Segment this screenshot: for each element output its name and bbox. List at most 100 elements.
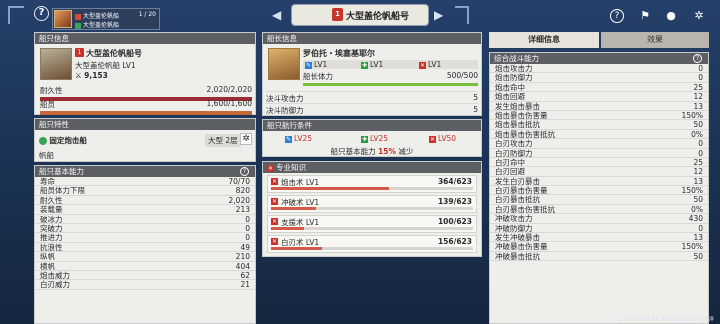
flag-icon[interactable]: ⚑ xyxy=(638,9,652,23)
stat-label: 炮击攻击力 xyxy=(495,64,533,73)
stat-value: 0% xyxy=(691,129,703,139)
skill-track xyxy=(271,207,473,210)
prev-arrow-icon[interactable]: ◀ xyxy=(272,8,281,22)
ship-type: 大型盖伦帆船 LV1 xyxy=(75,61,136,70)
stat-value: 0 xyxy=(245,223,250,233)
combat-title: 综合战斗能力 xyxy=(494,54,539,63)
stat-value: 21 xyxy=(240,280,250,290)
stat-label: 白刃回避 xyxy=(495,167,525,177)
cond-1: LV25 xyxy=(294,134,313,143)
stat-row: 炮击暴击伤害抵抗 0% xyxy=(490,129,708,140)
panel-header: ✕ 专业知识 xyxy=(263,162,481,173)
voyage-panel: 船只航行条件 ✎ LV25 ✚ LV25 ✕ LV50 船只基本能力 15% 减少 xyxy=(262,119,482,157)
stat-value: 70/70 xyxy=(228,177,250,186)
blue-skill-icon: ✎ xyxy=(305,61,312,69)
base-rows: 寿命 70/70 船员体力下限 820 耐久性 2,020 装载量 213 破冰力 0 突破力 0 推进… xyxy=(35,177,255,290)
sailors-value: 1,600/1,600 xyxy=(206,99,252,108)
settings-icon[interactable]: ✲ xyxy=(692,9,706,23)
ship-thumbnail xyxy=(54,10,72,28)
ship-power: 9,153 xyxy=(84,71,108,80)
stat-label: 白刃防御力 xyxy=(495,148,533,158)
title-banner: 1 大型盖伦帆船号 xyxy=(292,5,428,25)
tab-effect[interactable]: 效果 xyxy=(601,32,709,48)
badge-icon xyxy=(75,22,81,29)
captain-name: 罗伯托・埃塞基耶尔 xyxy=(303,49,375,58)
panel-header: 船只航行条件 xyxy=(263,120,481,131)
stat-label: 发生炮击暴击 xyxy=(495,101,540,111)
stat-value: 0 xyxy=(698,64,703,73)
ship-card-name: 大型盖伦帆船 xyxy=(83,13,120,20)
stat-label: 炮击回避 xyxy=(495,92,525,102)
stamina-value: 500/500 xyxy=(446,71,478,80)
durability-value: 2,020/2,020 xyxy=(206,85,252,94)
stat-label: 白刃攻击力 xyxy=(495,139,533,149)
stat-value: 50 xyxy=(693,120,703,130)
skill-rows: ✕ 炮击术 LV1 364/623 ✕ 冲破术 LV1 139/623 ✕ 支援术 LV1 10… xyxy=(263,175,481,253)
ship-base-panel: 船只基本能力? 寿命 70/70 船员体力下限 820 耐久性 2,020 装载量 213 破冰… xyxy=(34,165,256,324)
stat-label: 冲破暴击伤害量 xyxy=(495,242,548,252)
ship-selector-card[interactable]: 大型盖伦帆船 大型盖伦帆船 1 / 20 xyxy=(52,8,160,30)
stat-label: 船员体力下限 xyxy=(40,186,85,196)
combat-panel: 综合战斗能力? 炮击攻击力 0 炮击防御力 0 炮击命中 25 炮击回避 12 发生炮击暴击 13… xyxy=(489,52,709,324)
duel-atk-label: 决斗攻击力 xyxy=(266,94,304,103)
sailors-label: 船员 xyxy=(40,100,55,109)
ship-kind: 帆船 xyxy=(39,151,54,160)
ship-badge: 1 xyxy=(75,48,84,57)
stat-label: 发生冲破暴击 xyxy=(495,233,540,243)
stat-row: 破冰力 0 xyxy=(35,215,255,224)
skill-item: ✕ 白刃术 LV1 156/623 xyxy=(267,235,477,253)
skill-item: ✕ 炮击术 LV1 364/623 xyxy=(267,175,477,193)
stat-value: 0 xyxy=(245,214,250,224)
stat-value: 0% xyxy=(691,204,703,214)
stat-value: 0 xyxy=(698,139,703,149)
skill-fill xyxy=(271,207,317,210)
stat-label: 炮击暴击伤害抵抗 xyxy=(495,129,555,139)
panel-header: 船长信息 xyxy=(263,33,481,44)
stat-label: 白刃威力 xyxy=(40,280,70,290)
ship-name: 大型盖伦帆船号 xyxy=(86,49,142,58)
stat-label: 白刃暴击抵抗 xyxy=(495,195,540,205)
stat-row: 炮击命中 25 xyxy=(490,83,708,93)
captain-lv-2: LV1 xyxy=(370,60,384,69)
help-icon[interactable]: ? xyxy=(34,6,49,21)
skill-track xyxy=(271,247,473,250)
stat-row: 冲破暴击抵抗 50 xyxy=(490,252,708,262)
sailors-row: 船员 1,600/1,600 xyxy=(40,99,252,115)
skill-fill xyxy=(271,247,322,250)
stat-row: 装载量 213 xyxy=(35,205,255,215)
stat-label: 冲破攻击力 xyxy=(495,214,533,224)
help-icon[interactable]: ? xyxy=(693,54,702,63)
title-badge: 1 xyxy=(332,8,343,21)
stat-value: 150% xyxy=(681,242,703,252)
next-arrow-icon[interactable]: ▶ xyxy=(434,8,443,22)
stat-value: 150% xyxy=(681,110,703,120)
stat-value: 150% xyxy=(681,186,703,196)
stat-row: 发生白刃暴击 13 xyxy=(490,177,708,187)
voyage-note-prefix: 船只基本能力 xyxy=(330,147,376,156)
stat-row: 白刃回避 12 xyxy=(490,167,708,177)
tab-detail[interactable]: 详细信息 xyxy=(489,32,599,48)
stat-row: 炮击暴击抵抗 50 xyxy=(490,120,708,130)
ship-portrait xyxy=(40,48,72,80)
question-icon[interactable]: ? xyxy=(610,9,624,23)
stat-value: 0 xyxy=(698,148,703,158)
skill-fill xyxy=(271,187,389,190)
captain-portrait xyxy=(268,48,300,80)
stat-value: 820 xyxy=(235,186,250,196)
ship-info-panel: 船只信息 1 大型盖伦帆船号 大型盖伦帆船 LV1 ⚔ 9,153 耐久性 2,… xyxy=(34,32,256,115)
cond-3: LV50 xyxy=(438,134,457,143)
stat-label: 推进力 xyxy=(40,233,63,243)
green-skill-icon: ✚ xyxy=(361,61,368,69)
panel-title: 船只基本能力 xyxy=(39,167,84,176)
version-text: 1.0220.091.68 2608031112 大西洋 xyxy=(618,317,714,323)
badge-icon xyxy=(75,13,81,20)
stat-value: 2,020 xyxy=(228,195,250,205)
skill-header-icon: ✕ xyxy=(267,164,274,172)
stat-row: 冲破防御力 0 xyxy=(490,224,708,234)
stat-row: 炮击攻击力 0 xyxy=(490,64,708,74)
gear-icon[interactable]: ✲ xyxy=(240,133,252,145)
panel-header: 船只信息 xyxy=(35,33,255,44)
chat-icon[interactable]: ● xyxy=(664,9,678,23)
voyage-note-pct: 15% xyxy=(378,147,396,156)
help-icon[interactable]: ? xyxy=(240,167,249,176)
